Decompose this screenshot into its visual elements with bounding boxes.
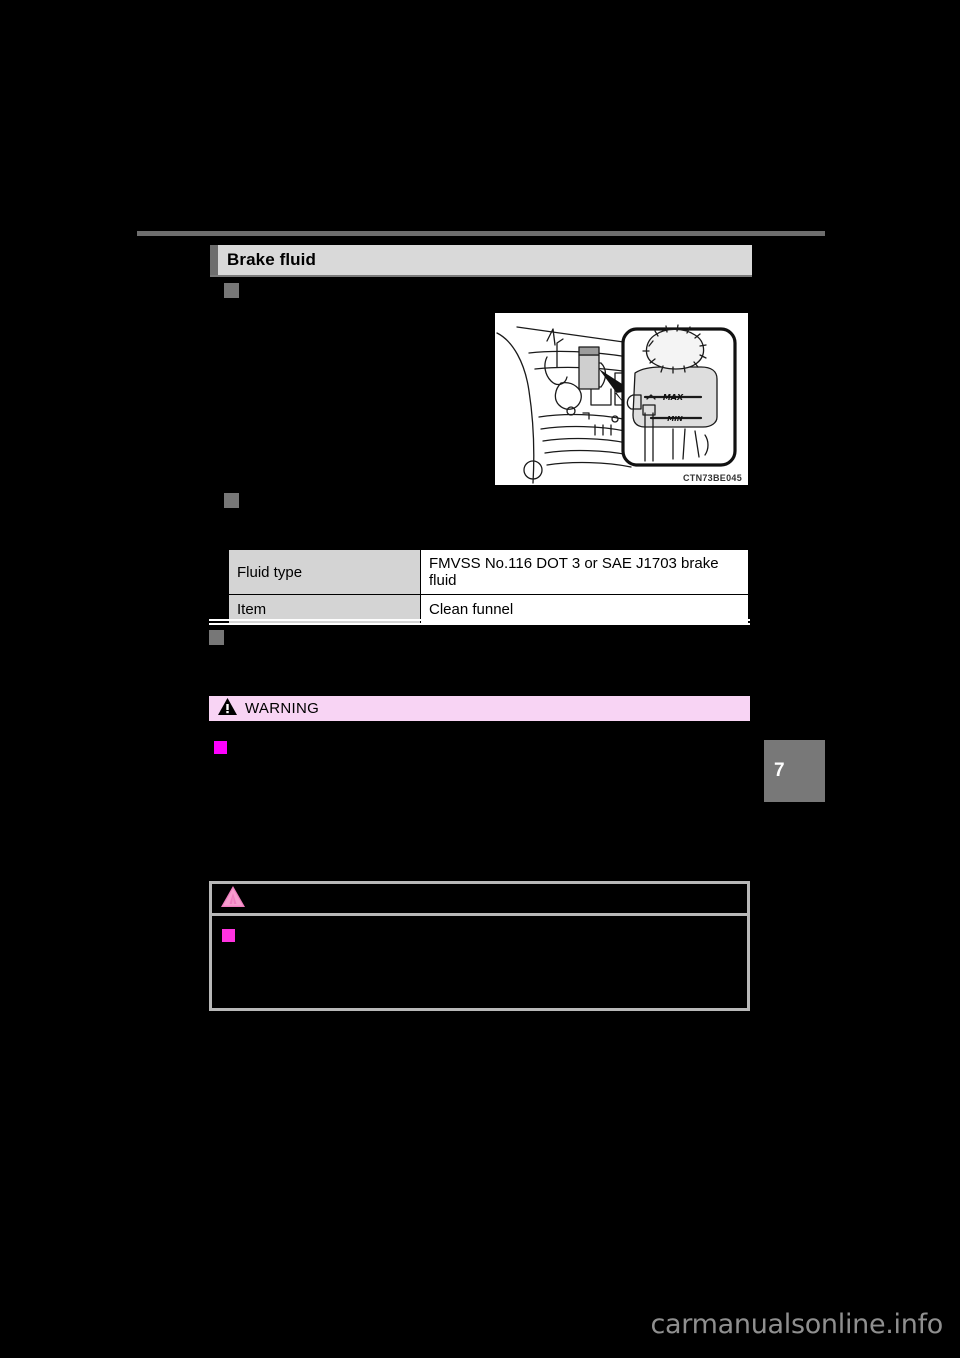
divider-line-top [209, 619, 750, 621]
warning-label: WARNING [245, 700, 320, 717]
figure-caption: CTN73BE045 [682, 473, 742, 483]
notice-box [209, 881, 750, 1011]
max-label: MAX [663, 393, 684, 402]
section-accent-bar [210, 245, 218, 275]
table-row: Fluid type FMVSS No.116 DOT 3 or SAE J17… [228, 549, 749, 595]
chapter-tab: 7 [764, 740, 825, 802]
notice-bullet-marker [222, 929, 235, 942]
section-header-bar: Brake fluid [210, 245, 752, 275]
footer-watermark: carmanualsonline.info [650, 1309, 944, 1340]
warning-bullet-marker [214, 741, 227, 754]
manual-page: Brake fluid Checking the brake fluid lev… [0, 0, 960, 1358]
notice-triangle-icon [221, 885, 245, 912]
subsection-marker-2 [224, 493, 239, 508]
warning-triangle-icon [218, 697, 237, 720]
table-cell-value: FMVSS No.116 DOT 3 or SAE J1703 brake fl… [420, 549, 749, 595]
notice-header [212, 884, 747, 916]
section-title: Brake fluid [227, 250, 316, 269]
subsection-marker-3 [209, 630, 224, 645]
notice-body [212, 916, 747, 942]
subsection-label-1: Checking the brake fluid level [245, 281, 443, 297]
page-number: 476 [209, 1305, 231, 1320]
subsection-label-3: Checking and adding brake fluid [230, 628, 447, 644]
section-top-rule [137, 231, 825, 236]
subsection-label-2: Preparing the brake fluid [245, 491, 410, 507]
subsection-marker-1 [224, 283, 239, 298]
warning-banner: WARNING [209, 696, 750, 721]
engine-bay-diagram: MAX MIN [495, 313, 748, 485]
divider-line-bottom [209, 623, 750, 625]
brake-fluid-reservoir-illustration: MAX MIN CTN73BE045 [493, 311, 750, 487]
brake-fluid-spec-table: Fluid type FMVSS No.116 DOT 3 or SAE J17… [228, 549, 749, 624]
min-label: MIN [667, 415, 683, 423]
table-cell-key: Fluid type [228, 549, 421, 595]
chapter-tab-number: 7 [774, 760, 785, 781]
section-divider-rule [209, 619, 750, 626]
